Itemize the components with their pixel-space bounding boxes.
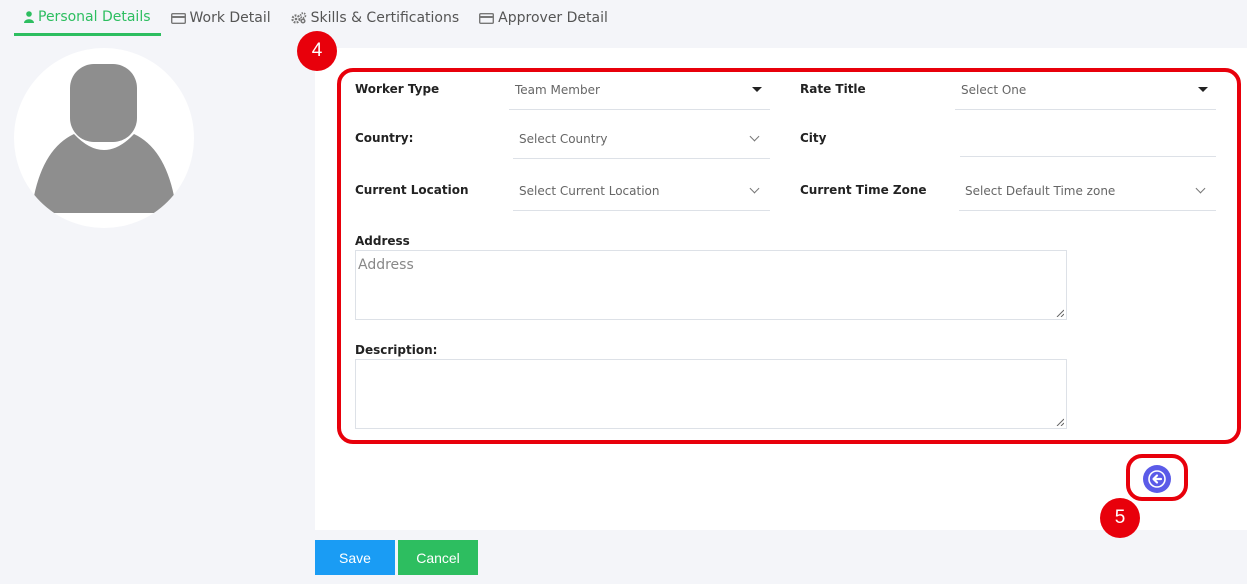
save-button[interactable]: Save	[315, 540, 395, 575]
time-zone-value: Select Default Time zone	[965, 183, 1116, 198]
tab-label: Skills & Certifications	[310, 10, 460, 26]
tab-approver-detail[interactable]: Approver Detail	[469, 0, 618, 36]
user-silhouette-icon	[24, 64, 184, 213]
rate-title-label: Rate Title	[800, 82, 866, 96]
cancel-button[interactable]: Cancel	[398, 540, 478, 575]
resize-grip-icon[interactable]	[1056, 418, 1064, 426]
chevron-down-icon	[749, 183, 760, 194]
worker-type-value: Team Member	[515, 82, 600, 97]
chevron-down-icon	[1195, 183, 1206, 194]
tab-label: Work Detail	[189, 10, 271, 26]
address-label: Address	[355, 234, 410, 248]
step-marker: 4	[297, 31, 337, 71]
step-marker: 5	[1100, 498, 1140, 538]
card-icon	[479, 12, 495, 24]
worker-type-label: Worker Type	[355, 82, 440, 96]
tab-label: Personal Details	[38, 8, 151, 25]
description-textarea[interactable]	[355, 359, 1067, 429]
tab-label: Approver Detail	[498, 10, 608, 26]
country-label: Country:	[355, 131, 414, 145]
current-location-value: Select Current Location	[519, 183, 660, 198]
time-zone-label: Current Time Zone	[800, 183, 927, 197]
worker-type-select[interactable]: Team Member	[509, 70, 770, 110]
tab-work-detail[interactable]: Work Detail	[161, 0, 281, 36]
city-input[interactable]	[960, 117, 1216, 157]
tab-personal-details[interactable]: Personal Details	[14, 0, 161, 36]
country-select[interactable]: Select Country	[513, 119, 770, 159]
address-placeholder: Address	[358, 257, 414, 273]
caret-down-icon	[752, 87, 762, 92]
back-button[interactable]	[1143, 465, 1171, 493]
user-icon	[24, 10, 34, 23]
description-label: Description:	[355, 343, 438, 357]
chevron-down-icon	[749, 131, 760, 142]
arrow-left-icon	[1148, 470, 1166, 488]
city-label: City	[800, 131, 827, 145]
country-value: Select Country	[519, 131, 608, 146]
current-location-label: Current Location	[355, 183, 469, 197]
rate-title-select[interactable]: Select One	[955, 70, 1216, 110]
avatar[interactable]	[14, 48, 194, 228]
caret-down-icon	[1198, 87, 1208, 92]
tab-skills-certifications[interactable]: Skills & Certifications	[281, 0, 470, 36]
current-location-select[interactable]: Select Current Location	[513, 171, 770, 211]
time-zone-select[interactable]: Select Default Time zone	[959, 171, 1216, 211]
card-icon	[170, 12, 186, 24]
rate-title-value: Select One	[961, 82, 1027, 97]
address-textarea[interactable]: Address	[355, 250, 1067, 320]
gears-icon	[291, 12, 307, 24]
resize-grip-icon[interactable]	[1056, 309, 1064, 317]
